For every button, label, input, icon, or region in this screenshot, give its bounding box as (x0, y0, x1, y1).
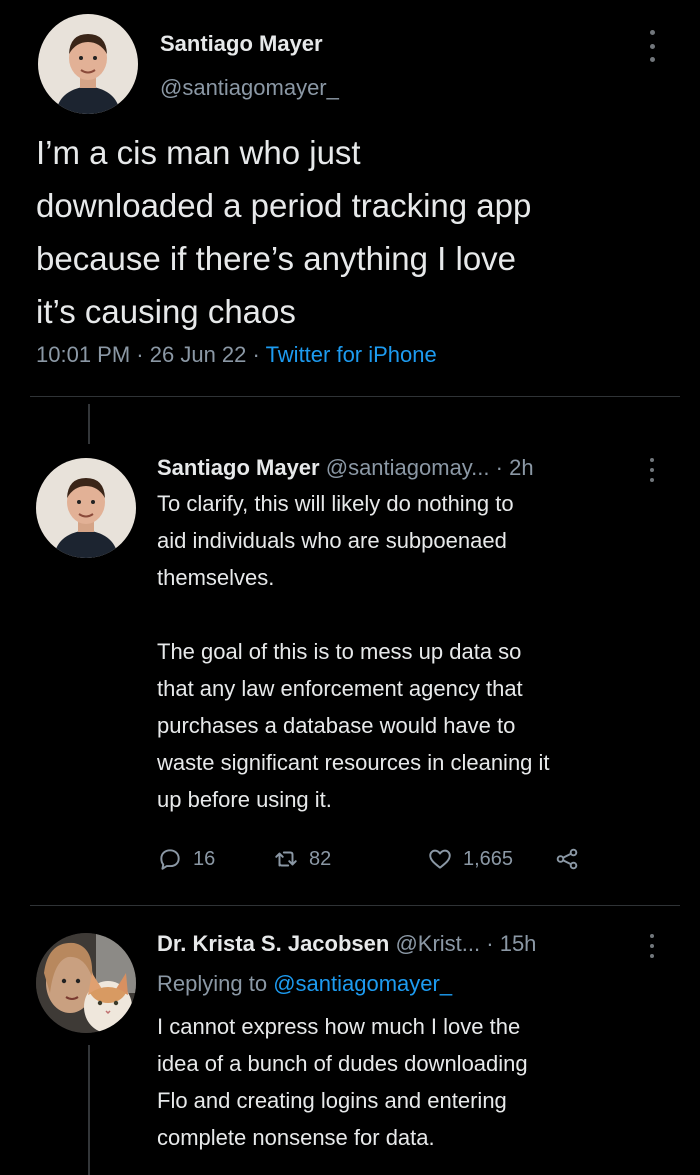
action-bar: 16 82 1,665 (157, 842, 607, 876)
tweet-text-line: because if there’s anything I love (36, 240, 517, 277)
replying-to-handle[interactable]: @santiagomayer_ (273, 971, 452, 996)
more-vertical-icon[interactable] (645, 456, 659, 484)
reply-author-avatar[interactable] (36, 458, 136, 558)
reply-text-line: I cannot express how much I love the (157, 1014, 521, 1039)
meta-separator: · (495, 455, 503, 480)
tweet-time[interactable]: 10:01 PM (36, 342, 130, 367)
retweet-icon (275, 851, 297, 867)
retweet-button[interactable]: 82 (273, 842, 331, 876)
reply-header: Dr. Krista S. Jacobsen @Krist... · 15h (157, 931, 536, 957)
reply-count: 16 (193, 847, 216, 870)
reply-text-line: The goal of this is to mess up data so (157, 639, 522, 664)
reply-text-line: up before using it. (157, 787, 332, 812)
tweet-thread: Santiago Mayer @santiagomayer_ I’m a cis… (0, 0, 700, 1175)
tweet-text: I’m a cis man who just downloaded a peri… (36, 126, 676, 338)
reply-author-name[interactable]: Dr. Krista S. Jacobsen (157, 931, 389, 956)
person-avatar-icon (36, 458, 136, 558)
reply-button[interactable]: 16 (157, 842, 215, 876)
author-handle[interactable]: @santiagomayer_ (160, 75, 339, 101)
reply-icon (160, 849, 180, 870)
reply-text-line: that any law enforcement agency that (157, 676, 523, 701)
reply-text-line: purchases a database would have to (157, 713, 516, 738)
replying-to: Replying to @santiagomayer_ (157, 971, 452, 997)
meta-separator: · (252, 342, 260, 367)
more-vertical-icon[interactable] (645, 932, 659, 960)
tweet-source[interactable]: Twitter for iPhone (266, 342, 437, 367)
person-with-cat-avatar-icon (36, 933, 136, 1033)
replying-to-label: Replying to (157, 971, 268, 996)
thread-line (88, 1045, 90, 1175)
reply-author-handle[interactable]: @Krist... (395, 931, 480, 956)
reply-text-line: complete nonsense for data. (157, 1125, 435, 1150)
like-button[interactable]: 1,665 (427, 842, 513, 876)
heart-icon (429, 849, 451, 869)
author-avatar[interactable] (38, 14, 138, 114)
reply-time[interactable]: 15h (500, 931, 537, 956)
retweet-count: 82 (309, 847, 332, 870)
like-count: 1,665 (463, 847, 514, 870)
reply-text-line: waste significant resources in cleaning … (157, 750, 550, 775)
share-button[interactable] (554, 842, 580, 876)
reply-text-line: idea of a bunch of dudes downloading (157, 1051, 528, 1076)
divider (30, 396, 680, 397)
meta-separator: · (486, 931, 494, 956)
tweet-text-line: I’m a cis man who just (36, 134, 361, 171)
reply-text-line (157, 596, 677, 633)
tweet-text-line: downloaded a period tracking app (36, 187, 532, 224)
divider (30, 905, 680, 906)
reply-author-handle[interactable]: @santiagomay... (326, 455, 490, 480)
reply-header: Santiago Mayer @santiagomay... · 2h (157, 455, 534, 481)
author-name[interactable]: Santiago Mayer (160, 31, 323, 57)
person-avatar-icon (38, 14, 138, 114)
reply-time[interactable]: 2h (509, 455, 533, 480)
reply-text-line: aid individuals who are subpoenaed (157, 528, 507, 553)
share-icon (556, 848, 578, 870)
tweet-date[interactable]: 26 Jun 22 (150, 342, 247, 367)
reply-text: I cannot express how much I love the ide… (157, 1008, 677, 1156)
thread-line (88, 404, 90, 444)
tweet-meta: 10:01 PM · 26 Jun 22 · Twitter for iPhon… (36, 342, 437, 368)
reply-text-line: Flo and creating logins and entering (157, 1088, 507, 1113)
reply-text-line: themselves. (157, 565, 275, 590)
more-vertical-icon[interactable] (640, 26, 664, 66)
reply-author-avatar[interactable] (36, 933, 136, 1033)
reply-text-line: To clarify, this will likely do nothing … (157, 491, 514, 516)
reply-text: To clarify, this will likely do nothing … (157, 485, 677, 818)
reply-author-name[interactable]: Santiago Mayer (157, 455, 320, 480)
meta-separator: · (136, 342, 144, 367)
tweet-text-line: it’s causing chaos (36, 293, 296, 330)
